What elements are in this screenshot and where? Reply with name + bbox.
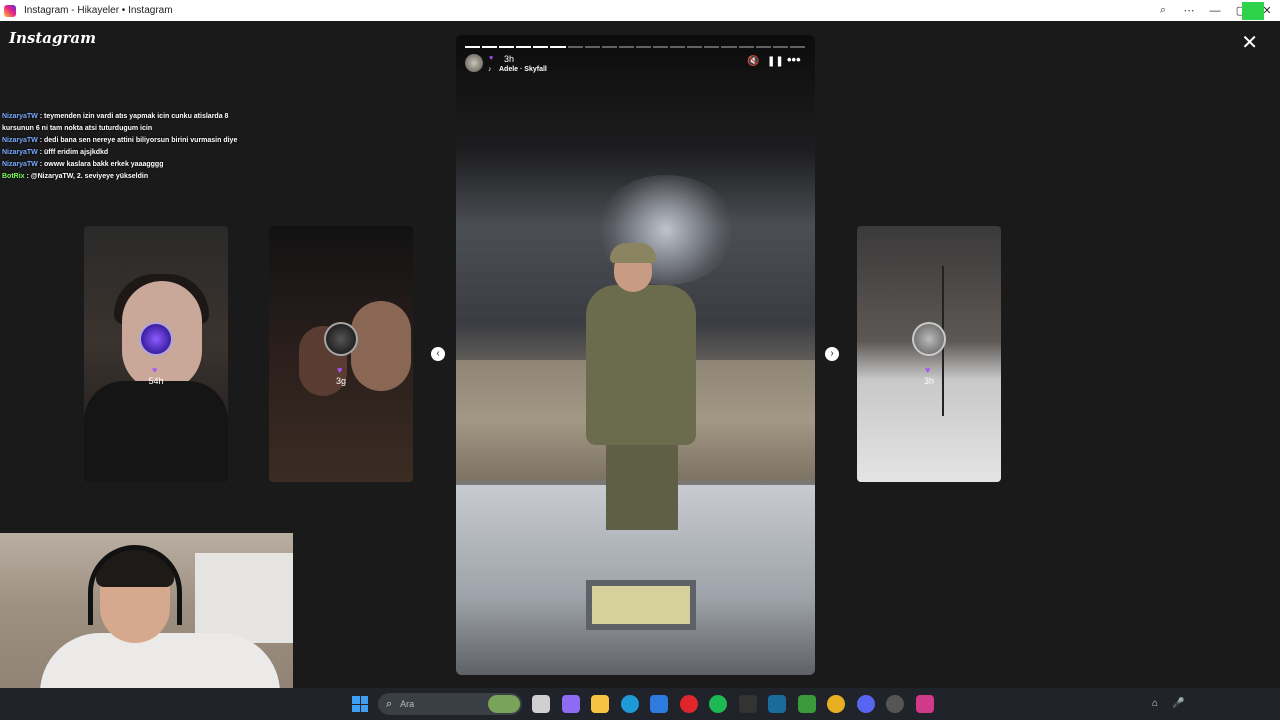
- chat-username: NizaryaTW: [2, 113, 38, 120]
- progress-segment: [653, 46, 669, 48]
- story-options-button[interactable]: •••: [787, 52, 801, 67]
- zoom-icon[interactable]: ⌕: [1150, 4, 1176, 17]
- stream-overlay-badge: [1242, 2, 1264, 20]
- heart-icon: ♥: [152, 365, 158, 375]
- heart-icon: ♥: [337, 365, 343, 375]
- headset: [88, 545, 182, 625]
- more-options-icon[interactable]: ⋯: [1176, 4, 1202, 17]
- progress-segment: [755, 46, 771, 48]
- story-time: 3h: [504, 54, 515, 64]
- instagram-icon: [4, 4, 16, 17]
- spotify-icon[interactable]: [709, 695, 727, 713]
- window-title: Instagram - Hikayeler • Instagram: [24, 5, 173, 16]
- mute-button[interactable]: 🔇: [747, 56, 759, 67]
- search-placeholder: Ara: [400, 699, 415, 709]
- progress-segment: [789, 46, 805, 48]
- story-time: 3g: [335, 376, 346, 386]
- store-icon[interactable]: [650, 695, 668, 713]
- previous-story-button[interactable]: ‹: [431, 347, 445, 361]
- heart-icon: ♥: [489, 55, 494, 62]
- tray-microphone-icon[interactable]: 🎤: [1172, 698, 1184, 709]
- progress-segment: [567, 46, 583, 48]
- minimize-button[interactable]: —: [1202, 5, 1228, 17]
- file-explorer-icon[interactable]: [591, 695, 609, 713]
- progress-segment: [721, 46, 737, 48]
- next-story-button[interactable]: ›: [825, 347, 839, 361]
- search-highlight-image: [488, 695, 520, 713]
- obs-icon[interactable]: [886, 695, 904, 713]
- chat-username: NizaryaTW: [2, 161, 38, 168]
- chat-message: NizaryaTW : teymenden izin vardi atıs ya…: [2, 111, 252, 135]
- progress-segment: [584, 46, 600, 48]
- steam-icon[interactable]: [768, 695, 786, 713]
- pause-button[interactable]: ❚❚: [767, 56, 784, 67]
- chat-text: : üfff eridim ajsjkdkd: [37, 149, 109, 156]
- progress-segment: [670, 46, 686, 48]
- window-title-bar: Instagram - Hikayeler • Instagram ⌕ ⋯ — …: [0, 0, 1280, 21]
- search-icon: ⌕: [386, 697, 393, 710]
- story-thumbnail-3[interactable]: ♥ 3h: [857, 226, 1001, 482]
- progress-segment: [533, 46, 549, 48]
- progress-segment: [618, 46, 634, 48]
- chat-message: NizaryaTW : dedi bana sen nereye attini …: [2, 135, 252, 147]
- chat-username: NizaryaTW: [2, 137, 38, 144]
- story-music-label[interactable]: Adele · Skyfall: [499, 66, 547, 73]
- tray-network-icon[interactable]: ⌂: [1152, 698, 1158, 709]
- story-avatar: [324, 322, 358, 356]
- copilot-icon[interactable]: [561, 695, 580, 713]
- stream-chat-overlay: NizaryaTW : teymenden izin vardi atıs ya…: [2, 111, 252, 183]
- chat-text: : dedi bana sen nereye attini biliyorsun…: [37, 137, 238, 144]
- story-time: 54h: [148, 376, 164, 386]
- chat-message: NizaryaTW : üfff eridim ajsjkdkd: [2, 147, 252, 159]
- story-progress-bar: [465, 46, 805, 48]
- progress-segment: [738, 46, 754, 48]
- story-time: 3h: [923, 376, 934, 386]
- story-header: ♥ 3h ♪ Adele · Skyfall 🔇 ❚❚ •••: [465, 52, 805, 76]
- instagram-logo[interactable]: Instagram: [9, 29, 96, 47]
- chat-message: NizaryaTW : owww kaslara bakk erkek yaaa…: [2, 159, 252, 171]
- edge-icon[interactable]: [620, 695, 639, 713]
- chat-username: NizaryaTW: [2, 149, 38, 156]
- story-viewer[interactable]: [456, 35, 815, 675]
- story-avatar: [139, 322, 173, 356]
- progress-segment: [550, 46, 566, 48]
- progress-segment: [482, 46, 498, 48]
- music-icon: ♪: [488, 66, 492, 73]
- chat-username: BotRix: [2, 173, 25, 180]
- progress-segment: [635, 46, 652, 48]
- progress-segment: [687, 46, 703, 48]
- b-app-icon[interactable]: [797, 695, 816, 713]
- epic-games-icon[interactable]: [738, 695, 757, 713]
- close-stories-button[interactable]: ✕: [1241, 33, 1258, 53]
- chat-text: : @NizaryaTW, 2. seviyeye yükseldin: [24, 173, 149, 180]
- chat-text: : owww kaslara bakk erkek yaaagggg: [37, 161, 164, 168]
- story-author-avatar[interactable]: [465, 54, 483, 72]
- discord-icon[interactable]: [856, 695, 875, 713]
- task-view-icon[interactable]: [532, 695, 550, 713]
- taskbar-search-input[interactable]: ⌕ Ara: [378, 693, 522, 715]
- story-avatar: [912, 322, 946, 356]
- taskbar: ⌕ Ara ⌂ 🎤: [0, 688, 1280, 720]
- story-thumbnail-1[interactable]: ♥ 54h: [84, 226, 228, 482]
- progress-segment: [601, 46, 617, 48]
- progress-segment: [704, 46, 720, 48]
- progress-segment: [499, 46, 515, 48]
- story-thumbnail-2[interactable]: ♥ 3g: [269, 226, 413, 482]
- progress-segment: [516, 46, 532, 48]
- scrollbar[interactable]: [1272, 21, 1280, 688]
- progress-segment: [772, 46, 788, 48]
- chat-message: BotRix : @NizaryaTW, 2. seviyeye yükseld…: [2, 171, 252, 183]
- heart-icon: ♥: [925, 365, 931, 375]
- chrome-icon[interactable]: [827, 695, 845, 713]
- instagram-icon[interactable]: [915, 695, 934, 713]
- start-button[interactable]: [352, 696, 368, 712]
- progress-segment: [465, 46, 481, 48]
- opera-icon[interactable]: [679, 695, 698, 713]
